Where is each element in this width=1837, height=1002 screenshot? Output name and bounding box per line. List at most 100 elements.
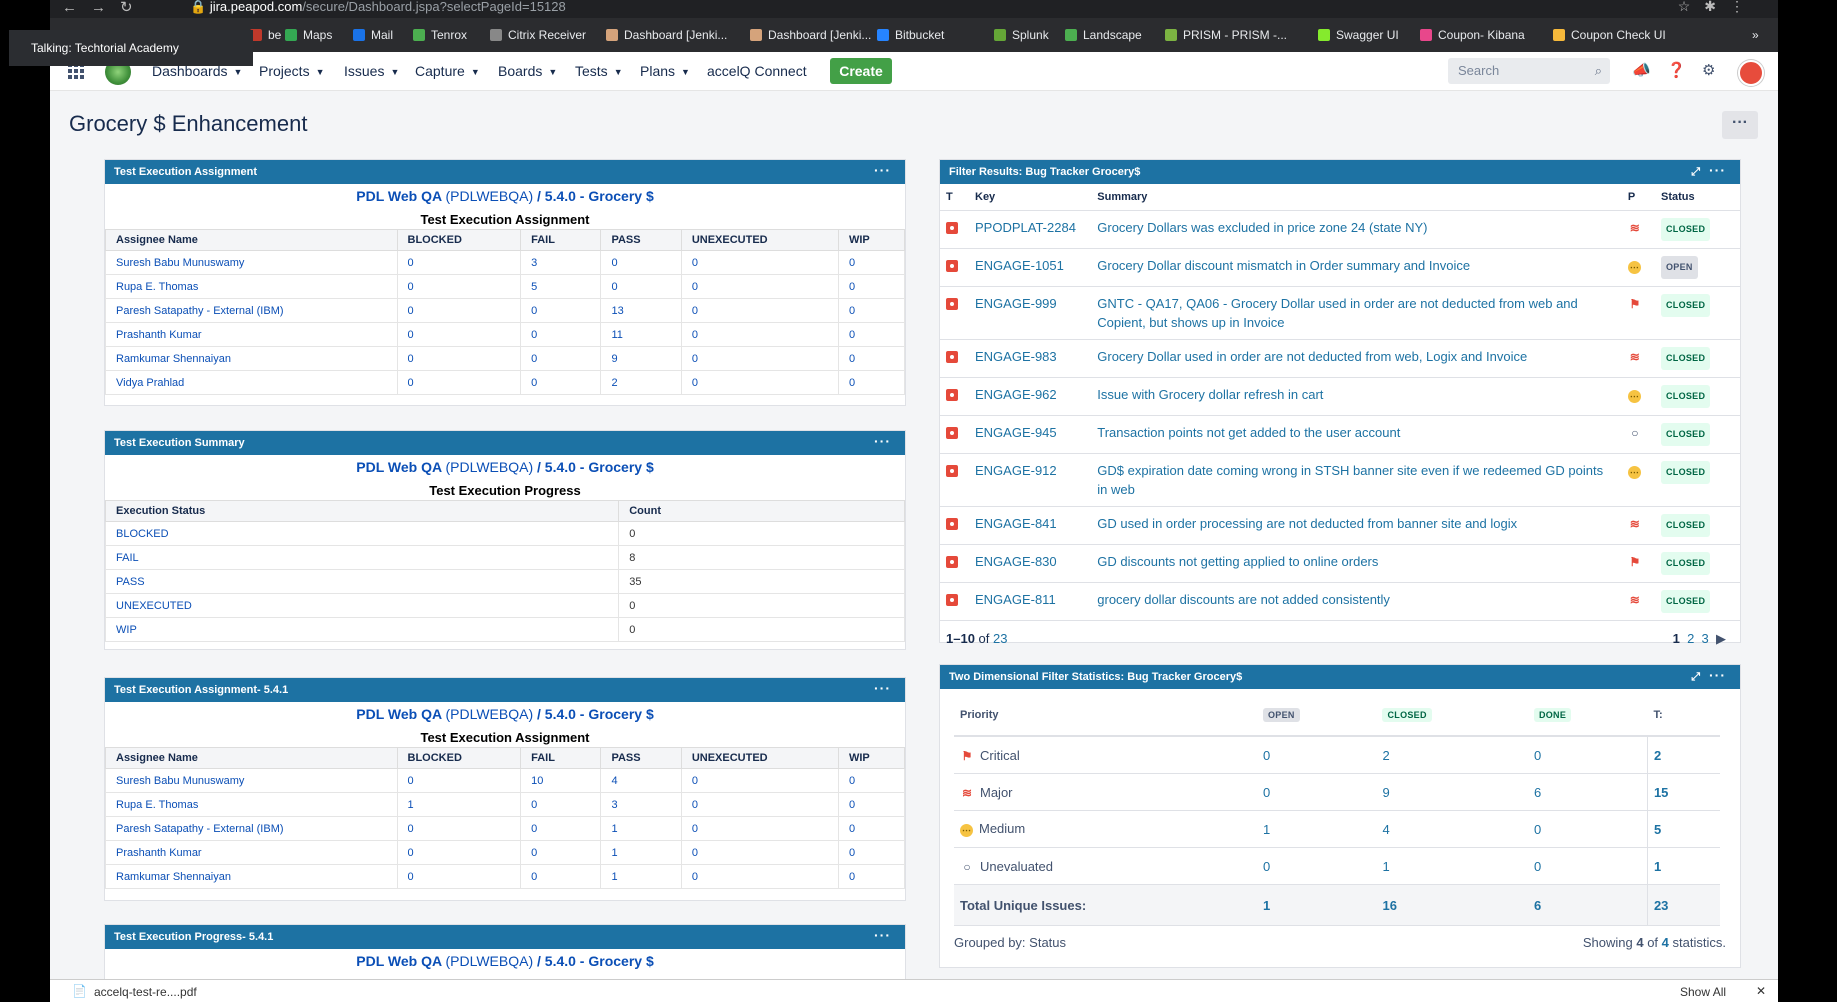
stat-count-link[interactable]: 5 (1646, 810, 1720, 848)
bookmark-item[interactable]: Mail (353, 28, 393, 42)
row-label-link[interactable]: Prashanth Kumar (105, 322, 398, 347)
row-label-link[interactable]: Prashanth Kumar (105, 840, 398, 865)
menu-tests[interactable]: Tests ▼ (575, 63, 623, 79)
count-link[interactable]: 0 (520, 792, 602, 817)
issue-summary-link[interactable]: GD$ expiration date coming wrong in STSH… (1091, 453, 1622, 507)
issue-key-link[interactable]: ENGAGE-811 (969, 582, 1092, 621)
count-link[interactable]: 0 (680, 298, 839, 323)
stat-count-link[interactable]: 1 (1646, 847, 1720, 885)
row-label-link[interactable]: Paresh Satapathy - External (IBM) (105, 298, 398, 323)
create-button[interactable]: Create (830, 58, 892, 84)
row-label-link[interactable]: BLOCKED (104, 521, 620, 546)
issue-summary-link[interactable]: Issue with Grocery dollar refresh in car… (1091, 377, 1622, 416)
row-label-link[interactable]: PASS (104, 569, 620, 594)
stat-count-link[interactable]: 0 (1256, 773, 1377, 811)
gadget-menu-icon[interactable]: ··· (1709, 158, 1726, 182)
gadget-menu-icon[interactable]: ··· (874, 923, 891, 947)
count-link[interactable]: 0 (837, 298, 906, 323)
bookmark-item[interactable]: Coupon Check UI (1553, 28, 1666, 42)
count-link[interactable]: 0 (680, 792, 839, 817)
count-link[interactable]: 0 (396, 322, 522, 347)
project-link[interactable]: PDL Web QA (PDLWEBQA) / 5.4.0 - Grocery … (105, 953, 905, 969)
issue-summary-link[interactable]: Grocery Dollars was excluded in price zo… (1091, 210, 1622, 249)
bookmarks-overflow-icon[interactable]: » (1752, 28, 1759, 42)
issue-summary-link[interactable]: Grocery Dollar discount mismatch in Orde… (1091, 248, 1622, 287)
expand-icon[interactable]: ⤢ (1691, 160, 1700, 184)
close-icon[interactable]: ✕ (1756, 984, 1766, 998)
count-link[interactable]: 0 (396, 346, 522, 371)
column-header[interactable]: Summary (1091, 184, 1622, 211)
count-link[interactable]: 0 (837, 346, 906, 371)
count-link[interactable]: 0 (680, 322, 839, 347)
total-count-link[interactable]: 23 (1646, 884, 1720, 926)
issue-summary-link[interactable]: GNTC - QA17, QA06 - Grocery Dollar used … (1091, 286, 1622, 340)
search-input[interactable]: Search ⌕ (1448, 58, 1610, 84)
next-page-icon[interactable]: ▶ (1716, 631, 1726, 646)
menu-boards[interactable]: Boards ▼ (498, 63, 557, 79)
issue-key-link[interactable]: ENGAGE-983 (969, 339, 1092, 378)
stat-count-link[interactable]: 2 (1376, 736, 1528, 774)
row-label-link[interactable]: Suresh Babu Munuswamy (105, 250, 398, 275)
count-link[interactable]: 0 (396, 370, 522, 395)
column-header[interactable]: P (1621, 184, 1655, 211)
issue-key-link[interactable]: ENGAGE-830 (969, 544, 1092, 583)
count-link[interactable]: 0 (680, 250, 839, 275)
issue-key-link[interactable]: ENGAGE-999 (969, 286, 1092, 340)
count-link[interactable]: 3 (520, 250, 602, 275)
notifications-icon[interactable]: 📣 (1632, 61, 1651, 79)
count-link[interactable]: 1 (396, 792, 522, 817)
row-label-link[interactable]: UNEXECUTED (104, 593, 620, 618)
count-link[interactable]: 4 (600, 768, 682, 793)
count-link[interactable]: 0 (680, 864, 839, 889)
count-link[interactable]: 0 (396, 298, 522, 323)
nav-buttons[interactable]: ←→↻ (62, 0, 147, 16)
count-link[interactable]: 0 (396, 840, 522, 865)
bookmark-item[interactable]: Maps (285, 28, 332, 42)
project-link[interactable]: PDL Web QA (PDLWEBQA) / 5.4.0 - Grocery … (105, 459, 905, 475)
count-link[interactable]: 0 (680, 768, 839, 793)
count-link[interactable]: 0 (680, 346, 839, 371)
total-count-link[interactable]: 1 (1256, 884, 1377, 926)
total-results-link[interactable]: 23 (993, 631, 1007, 646)
count-link[interactable]: 0 (837, 768, 906, 793)
stat-count-link[interactable]: 4 (1376, 810, 1528, 848)
stat-count-link[interactable]: 2 (1646, 736, 1720, 774)
count-link[interactable]: 0 (396, 274, 522, 299)
issue-summary-link[interactable]: grocery dollar discounts are not added c… (1091, 582, 1622, 621)
row-label-link[interactable]: WIP (104, 617, 620, 642)
count-link[interactable]: 11 (600, 322, 682, 347)
menu-capture[interactable]: Capture ▼ (415, 63, 480, 79)
stat-count-link[interactable]: 6 (1527, 773, 1648, 811)
count-link[interactable]: 0 (600, 274, 682, 299)
count-link[interactable]: 0 (520, 346, 602, 371)
stat-count-link[interactable]: 0 (1527, 810, 1648, 848)
count-link[interactable]: 0 (837, 864, 906, 889)
count-link[interactable]: 0 (837, 840, 906, 865)
stat-count-link[interactable]: 0 (1527, 736, 1648, 774)
stat-count-link[interactable]: 0 (1527, 847, 1648, 885)
column-header[interactable]: Key (969, 184, 1092, 211)
dashboard-more-button[interactable]: ··· (1722, 111, 1758, 139)
stat-count-link[interactable]: 0 (1256, 736, 1377, 774)
issue-summary-link[interactable]: Transaction points not get added to the … (1091, 415, 1622, 454)
issue-summary-link[interactable]: GD used in order processing are not dedu… (1091, 506, 1622, 545)
project-link[interactable]: PDL Web QA (PDLWEBQA) / 5.4.0 - Grocery … (105, 706, 905, 722)
issue-key-link[interactable]: ENGAGE-841 (969, 506, 1092, 545)
count-link[interactable]: 0 (520, 298, 602, 323)
address-bar[interactable]: ←→↻ 🔒 jira.peapod.com/secure/Dashboard.j… (50, 0, 1778, 18)
count-link[interactable]: 0 (837, 370, 906, 395)
count-link[interactable]: 0 (837, 274, 906, 299)
gadget-menu-icon[interactable]: ··· (874, 158, 891, 182)
count-link[interactable]: 0 (396, 864, 522, 889)
count-link[interactable]: 5 (520, 274, 602, 299)
count-link[interactable]: 13 (600, 298, 682, 323)
project-link[interactable]: PDL Web QA (PDLWEBQA) / 5.4.0 - Grocery … (105, 188, 905, 204)
count-link[interactable]: 0 (837, 322, 906, 347)
issue-summary-link[interactable]: GD discounts not getting applied to onli… (1091, 544, 1622, 583)
gadget-menu-icon[interactable]: ··· (874, 429, 891, 453)
row-label-link[interactable]: Ramkumar Shennaiyan (105, 346, 398, 371)
count-link[interactable]: 0 (680, 816, 839, 841)
menu-accelq-connect[interactable]: accelQ Connect (707, 63, 807, 79)
row-label-link[interactable]: Rupa E. Thomas (105, 274, 398, 299)
row-label-link[interactable]: Vidya Prahlad (105, 370, 398, 395)
